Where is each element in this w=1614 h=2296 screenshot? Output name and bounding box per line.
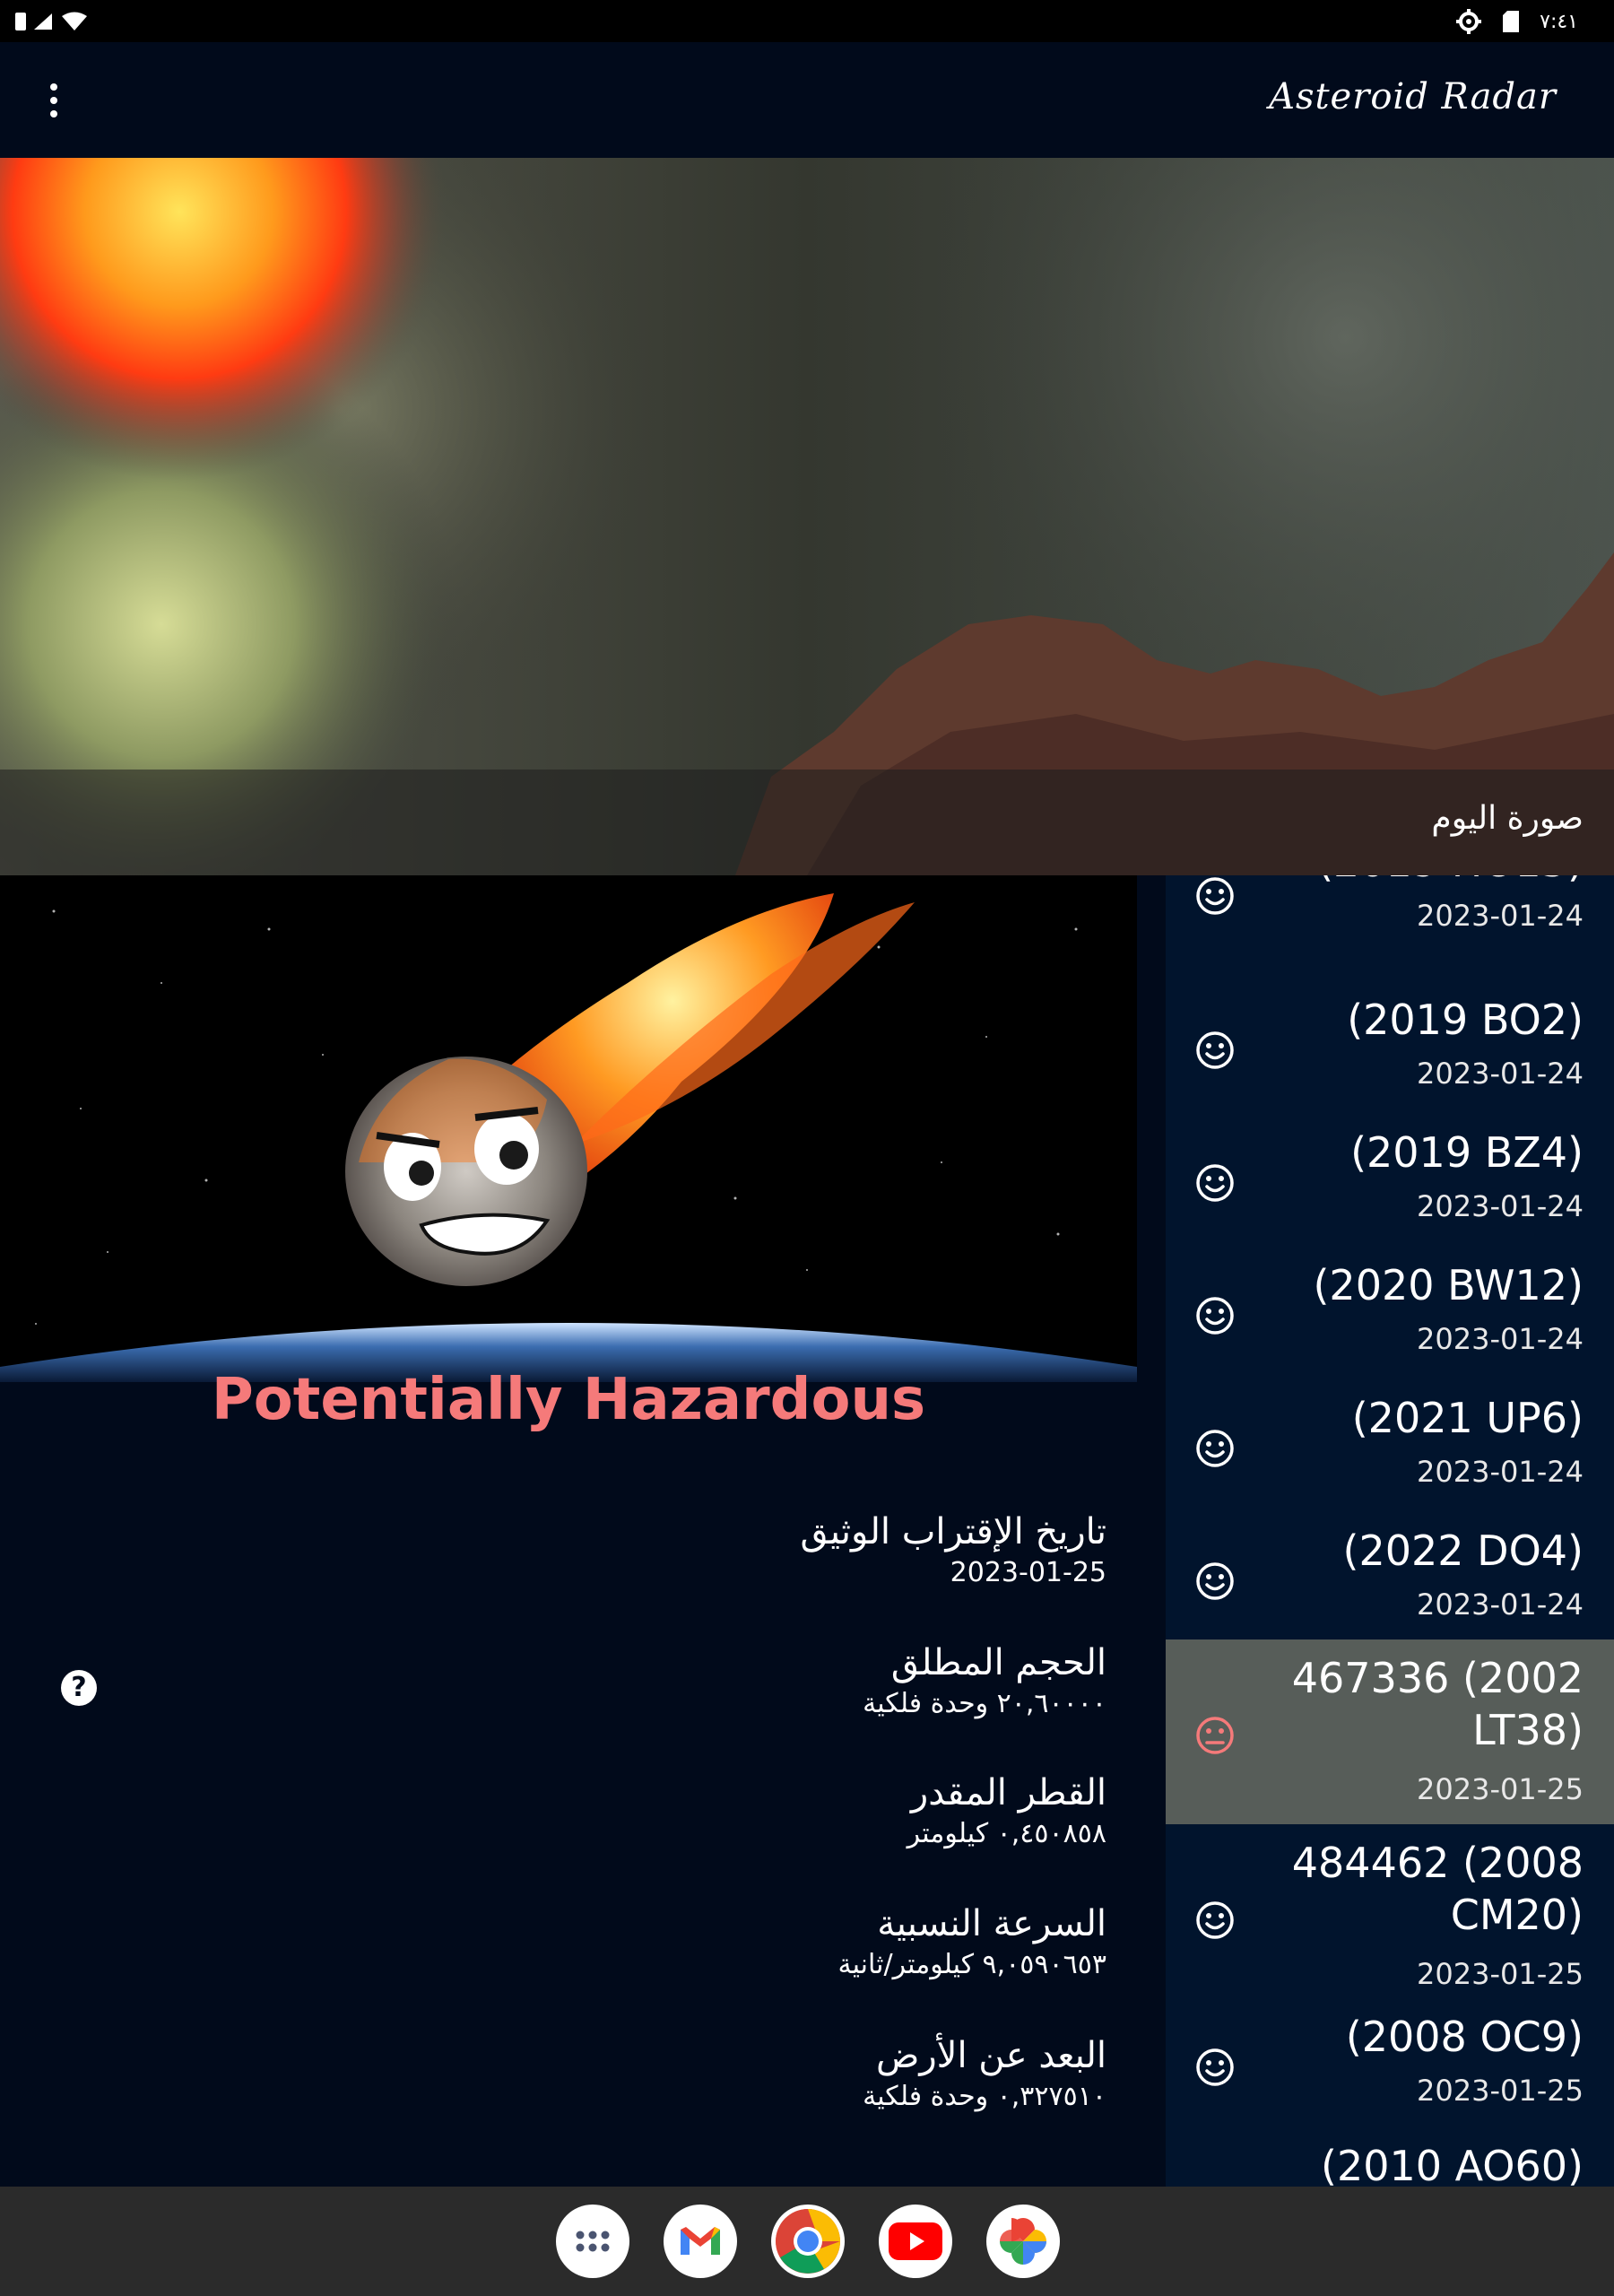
gmail-glyph [681,2227,720,2255]
status-time: ٧:٤١ [1540,10,1578,33]
picture-of-day-image [0,158,1614,875]
hazard-status-label: Potentially Hazardous [211,1367,926,1433]
app-root: ٧:٤١ Asteroid Radar صورة اليوم Potential… [0,0,1614,2296]
gmail-icon[interactable] [664,2205,737,2278]
sim-icon [15,13,26,30]
asteroid-name: 484462 (2008 CM20) [1291,1839,1584,1939]
photos-icon[interactable] [986,2205,1060,2278]
chrome-glyph [776,2209,840,2274]
asteroid-list-item[interactable]: (2021 UP6) 2023-01-24 [1166,1365,1614,1498]
status-bar: ٧:٤١ [0,0,1614,42]
chrome-icon[interactable] [771,2205,845,2278]
asteroid-approach-date: 2023-01-24 [1417,1322,1584,1356]
asteroid-approach-date: 2023-01-24 [1417,1587,1584,1622]
safe-face-icon [1196,877,1234,915]
asteroid-approach-date: 2023-01-25 [1417,2074,1584,2108]
asteroid-name: (2008 OC9) [1345,2013,1584,2061]
help-icon[interactable]: ? [61,1670,97,1706]
picture-of-day: صورة اليوم [0,158,1614,875]
safe-face-icon [1196,2048,1234,2086]
safe-face-icon [1196,1562,1234,1600]
relative-velocity-label: السرعة النسبية [877,1903,1106,1944]
asteroid-list-item[interactable]: (2019 HO15) 2023-01-24 [1166,875,1614,967]
sd-card-icon [1503,11,1520,32]
asteroid-name: (2021 UP6) [1351,1394,1584,1442]
asteroid-approach-date: 2023-01-24 [1417,1455,1584,1489]
asteroid-name: 467336 (2002 LT38) [1291,1654,1584,1754]
absolute-magnitude-value: ٢٠,٦٠٠٠٠ وحدة فلكية [863,1688,1106,1719]
asteroid-name: (2019 BZ4) [1350,1128,1584,1177]
asteroid-details: Potentially Hazardous تاريخ الإقتراب الو… [0,875,1166,2187]
asteroid-list-item[interactable]: (2010 AO60) [1166,2140,1614,2187]
more-vert-icon[interactable] [36,78,72,123]
youtube-icon[interactable] [879,2205,952,2278]
status-left [14,9,88,34]
asteroid-name: (2020 BW12) [1313,1261,1584,1309]
detail-field: السرعة النسبية ٩,٠٥٩٠٦٥٣ كيلومتر/ثانية [837,1900,1106,1983]
safe-face-icon [1196,1297,1234,1335]
asteroid-name: (2019 BO2) [1347,996,1584,1044]
asteroid-list-item[interactable]: (2022 DO4) 2023-01-24 [1166,1498,1614,1632]
youtube-glyph [889,2222,942,2260]
estimated-diameter-value: ٠,٤٥٠٨٥٨ كيلومتر [907,1818,1106,1849]
app-drawer-glyph [576,2231,610,2252]
asteroid-list[interactable]: (2019 HO15) 2023-01-24 (2019 BO2) 2023-01-2… [1166,875,1614,2187]
close-approach-date-value: 2023-01-25 [950,1557,1106,1588]
hazardous-asteroid-illustration [0,875,1137,1382]
relative-velocity-value: ٩,٠٥٩٠٦٥٣ كيلومتر/ثانية [837,1949,1106,1980]
settings-icon [1456,9,1482,34]
safe-face-icon [1196,1031,1234,1069]
app-drawer-icon[interactable] [556,2205,629,2278]
asteroid-approach-date: 2023-01-25 [1417,1772,1584,1806]
asteroid-name: (2019 HO15) [1261,875,1584,888]
safe-face-icon [1196,1164,1234,1202]
asteroid-approach-date: 2023-01-24 [1417,1057,1584,1091]
app-title: Asteroid Radar [1269,76,1557,117]
photos-glyph [1000,2218,1046,2265]
signal-icon [34,13,52,30]
detail-field: القطر المقدر ٠,٤٥٠٨٥٨ كيلومتر [907,1770,1106,1852]
app-bar: Asteroid Radar [0,42,1614,158]
picture-of-day-caption: صورة اليوم [1431,800,1584,837]
asteroid-approach-date: 2023-01-24 [1417,1189,1584,1223]
asteroid-list-item[interactable]: (2019 BO2) 2023-01-24 [1166,967,1614,1100]
bottom-dock [0,2187,1614,2296]
menu-dot [50,83,57,91]
detail-field: تاريخ الإقتراب الوثيق 2023-01-25 [800,1509,1106,1591]
estimated-diameter-label: القطر المقدر [910,1772,1106,1813]
asteroid-list-item[interactable]: (2019 BZ4) 2023-01-24 [1166,1100,1614,1232]
asteroid-list-item[interactable]: (2020 BW12) 2023-01-24 [1166,1232,1614,1365]
asteroid-name: (2022 DO4) [1342,1526,1584,1575]
safe-face-icon [1196,1430,1234,1467]
distance-from-earth-value: ٠,٣٢٧٥١٠ وحدة فلكية [863,2081,1106,2112]
hazardous-face-icon [1196,1717,1234,1754]
absolute-magnitude-label: الحجم المطلق [890,1642,1106,1683]
status-right: ٧:٤١ [1455,7,1578,36]
safe-face-icon [1196,1901,1234,1939]
detail-field: الحجم المطلق ٢٠,٦٠٠٠٠ وحدة فلكية [863,1639,1106,1722]
asteroid-approach-date: 2023-01-24 [1417,899,1584,933]
wifi-icon [62,12,87,30]
hazard-image [0,875,1137,1382]
close-approach-date-label: تاريخ الإقتراب الوثيق [800,1511,1106,1552]
distance-from-earth-label: البعد عن الأرض [875,2035,1106,2076]
asteroid-list-item[interactable]: (2008 OC9) 2023-01-25 [1166,1984,1614,2117]
detail-field: البعد عن الأرض ٠,٣٢٧٥١٠ وحدة فلكية [863,2032,1106,2115]
asteroid-list-item[interactable]: 484462 (2008 CM20) 2023-01-25 [1166,1824,1614,1991]
asteroid-name: (2010 AO60) [1321,2142,1584,2187]
menu-dot [50,110,57,117]
picture-of-day-caption-bar: صورة اليوم [0,770,1614,875]
menu-dot [50,97,57,104]
asteroid-list-item[interactable]: 467336 (2002 LT38) 2023-01-25 [1166,1639,1614,1824]
